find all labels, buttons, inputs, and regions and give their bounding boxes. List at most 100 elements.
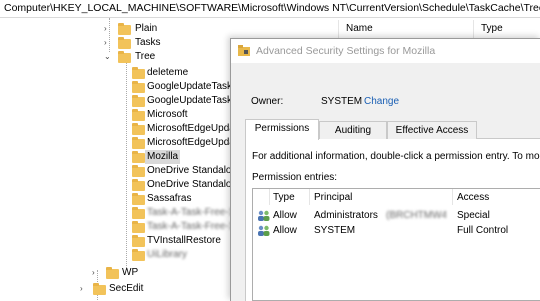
tab-strip: Permissions Auditing Effective Access bbox=[245, 119, 540, 140]
column-type[interactable]: Type bbox=[273, 192, 295, 203]
column-separator[interactable] bbox=[309, 189, 310, 205]
folder-icon bbox=[132, 207, 145, 219]
permission-entries-label: Permission entries: bbox=[252, 172, 338, 183]
entry-principal: SYSTEM bbox=[314, 225, 356, 236]
permissions-panel: For additional information, double-click… bbox=[245, 139, 540, 301]
folder-icon bbox=[118, 37, 131, 49]
tree-item-googleupdate-2[interactable]: GoogleUpdateTaskM bbox=[132, 94, 230, 108]
permission-entry-row[interactable]: Allow Administrators (BRCHTMW4... Specia… bbox=[253, 208, 540, 223]
change-owner-link[interactable]: Change bbox=[364, 96, 399, 107]
user-group-icon bbox=[258, 225, 270, 236]
tree-item-onedrive-2[interactable]: OneDrive Standalon bbox=[132, 178, 230, 192]
column-separator[interactable] bbox=[269, 189, 270, 205]
address-path: Computer\HKEY_LOCAL_MACHINE\SOFTWARE\Mic… bbox=[4, 2, 540, 14]
column-access[interactable]: Access bbox=[457, 192, 489, 203]
chevron-right-icon[interactable]: › bbox=[92, 266, 100, 280]
column-type[interactable]: Type bbox=[481, 23, 503, 34]
folder-icon bbox=[93, 283, 106, 295]
folder-icon bbox=[132, 249, 145, 261]
entry-type: Allow bbox=[273, 225, 297, 236]
advanced-security-dialog: Advanced Security Settings for Mozilla O… bbox=[230, 38, 540, 301]
address-bar[interactable]: Computer\HKEY_LOCAL_MACHINE\SOFTWARE\Mic… bbox=[0, 0, 540, 18]
entry-type: Allow bbox=[273, 210, 297, 221]
tree-item-label: MicrosoftEdgeUpda bbox=[147, 123, 230, 134]
tree-guide-line bbox=[126, 58, 127, 270]
folder-icon bbox=[132, 165, 145, 177]
tree-item-label: MicrosoftEdgeUpda bbox=[147, 137, 230, 148]
tree-item-wp[interactable]: › WP bbox=[92, 266, 212, 280]
folder-icon bbox=[132, 221, 145, 233]
tree-item-blurred-3[interactable]: UiLibrary bbox=[132, 248, 230, 262]
tree-item-plain[interactable]: › Plain bbox=[104, 22, 224, 36]
tree-item-tvinstallrestore[interactable]: TVInstallRestore bbox=[132, 234, 230, 248]
tree-item-label: Plain bbox=[135, 23, 158, 34]
tree-item-label: SecEdit bbox=[109, 283, 144, 294]
tree-item-edgeupdate-1[interactable]: MicrosoftEdgeUpda bbox=[132, 122, 230, 136]
tree-item-label-redacted: UiLibrary bbox=[147, 249, 188, 260]
tree-item-deleteme[interactable]: deleteme bbox=[132, 66, 230, 80]
tree-item-label: OneDrive Standalon bbox=[147, 165, 230, 176]
permission-entries-list[interactable]: Type Principal Access Allow Administrato… bbox=[252, 188, 540, 301]
dialog-titlebar[interactable]: Advanced Security Settings for Mozilla bbox=[231, 39, 540, 63]
tree-item-tasks[interactable]: › Tasks bbox=[104, 36, 224, 50]
chevron-right-icon[interactable]: › bbox=[80, 282, 88, 296]
tab-permissions[interactable]: Permissions bbox=[245, 119, 319, 140]
folder-icon bbox=[132, 137, 145, 149]
folder-icon bbox=[132, 67, 145, 79]
folder-icon bbox=[132, 123, 145, 135]
folder-lock-icon bbox=[238, 45, 250, 56]
tree-item-googleupdate-1[interactable]: GoogleUpdateTaskM bbox=[132, 80, 230, 94]
folder-icon bbox=[132, 193, 145, 205]
info-text: For additional information, double-click… bbox=[252, 151, 540, 162]
tab-effective-access[interactable]: Effective Access bbox=[387, 121, 477, 139]
folder-icon bbox=[132, 151, 145, 163]
tree-item-label: GoogleUpdateTaskM bbox=[147, 95, 230, 106]
entry-principal: Administrators bbox=[314, 210, 378, 221]
folder-icon bbox=[132, 95, 145, 107]
folder-icon bbox=[132, 109, 145, 121]
tree-item-label-redacted: Task-A-Task-Free-1.0 bbox=[147, 207, 230, 218]
tree-item-label: deleteme bbox=[147, 67, 189, 78]
folder-icon bbox=[132, 179, 145, 191]
tree-item-label: TVInstallRestore bbox=[147, 235, 221, 246]
registry-tree[interactable]: › Plain › Tasks ⌄ Tree deleteme GoogleUp… bbox=[0, 18, 230, 300]
tree-item-microsoft[interactable]: Microsoft bbox=[132, 108, 230, 122]
column-separator[interactable] bbox=[473, 20, 474, 38]
tree-item-onedrive-1[interactable]: OneDrive Standalon bbox=[132, 164, 230, 178]
user-group-icon bbox=[258, 210, 270, 221]
tree-item-label: OneDrive Standalon bbox=[147, 179, 230, 190]
folder-icon bbox=[132, 235, 145, 247]
column-separator bbox=[338, 20, 339, 38]
column-name[interactable]: Name bbox=[346, 23, 373, 34]
chevron-right-icon[interactable]: › bbox=[104, 22, 112, 36]
tree-item-blurred-2[interactable]: Task-A-Task-Free-1.0 bbox=[132, 220, 230, 234]
tree-item-secedit[interactable]: › SecEdit bbox=[80, 282, 210, 296]
column-separator[interactable] bbox=[452, 189, 453, 205]
folder-icon bbox=[132, 81, 145, 93]
owner-label: Owner: bbox=[251, 96, 284, 107]
chevron-down-icon[interactable]: ⌄ bbox=[104, 50, 112, 64]
tree-item-edgeupdate-2[interactable]: MicrosoftEdgeUpda bbox=[132, 136, 230, 150]
entry-principal-redacted: (BRCHTMW4... bbox=[386, 210, 446, 221]
folder-icon bbox=[118, 23, 131, 35]
tab-auditing[interactable]: Auditing bbox=[319, 121, 387, 139]
tree-item-label: Tree bbox=[135, 51, 156, 62]
permission-entry-row[interactable]: Allow SYSTEM Full Control bbox=[253, 223, 540, 238]
column-principal[interactable]: Principal bbox=[314, 192, 352, 203]
chevron-right-icon[interactable]: › bbox=[104, 36, 112, 50]
tree-item-label: Sassafras bbox=[147, 193, 192, 204]
dialog-title: Advanced Security Settings for Mozilla bbox=[256, 45, 436, 57]
tree-item-label-selected: Mozilla bbox=[145, 150, 181, 164]
tree-item-label-redacted: Task-A-Task-Free-1.0 bbox=[147, 221, 230, 232]
tree-item-sassafras[interactable]: Sassafras bbox=[132, 192, 230, 206]
tree-item-tree[interactable]: ⌄ Tree bbox=[104, 50, 224, 64]
tree-item-label: GoogleUpdateTaskM bbox=[147, 81, 230, 92]
tree-item-label: WP bbox=[122, 267, 139, 278]
folder-icon bbox=[106, 267, 119, 279]
folder-open-icon bbox=[118, 51, 131, 63]
tree-item-label: Tasks bbox=[135, 37, 161, 48]
tree-item-mozilla[interactable]: Mozilla bbox=[132, 150, 230, 164]
tree-item-label: Microsoft bbox=[147, 109, 188, 120]
tree-item-blurred-1[interactable]: Task-A-Task-Free-1.0 bbox=[132, 206, 230, 220]
entry-access: Full Control bbox=[457, 225, 509, 236]
